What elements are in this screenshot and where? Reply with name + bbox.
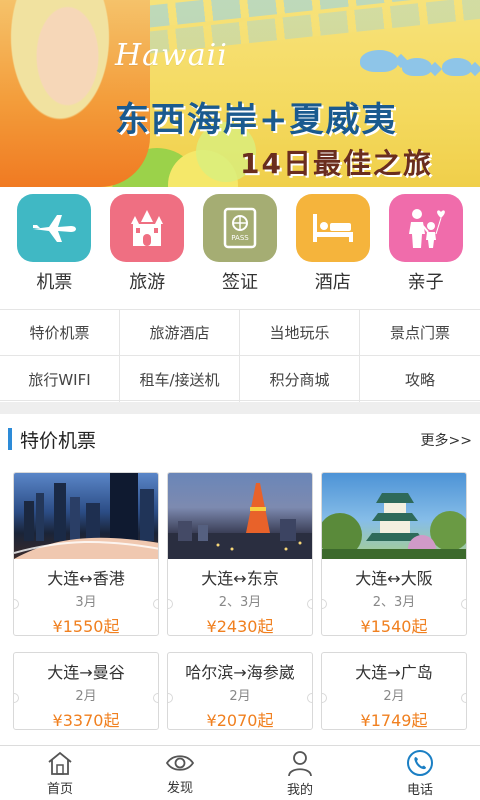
more-link[interactable]: 更多>> [421,430,472,450]
category-icon-row: 机票 旅游 PASS 签证 酒店 亲子 [0,194,480,306]
city-skyline-image [14,473,158,559]
phone-icon [407,749,433,776]
quick-link-guides[interactable]: 攻略 [360,356,480,402]
quick-link-points-mall[interactable]: 积分商城 [240,356,360,402]
flight-month: 2、3月 [322,591,466,610]
category-label: 亲子 [407,272,444,293]
flight-month: 2、3月 [168,591,312,610]
whale-icon [402,58,432,76]
flight-route: 大连↔香港 [47,569,125,588]
flight-route: 大连→曼谷 [47,663,125,682]
osaka-castle-image [322,473,466,559]
flight-card[interactable]: 大连↔大阪 2、3月 ¥1540起 [321,472,467,636]
quick-link-car-rental[interactable]: 租车/接送机 [120,356,240,402]
flight-price: ¥1749起 [360,711,428,730]
nav-label: 发现 [166,780,193,796]
whale-icon [442,58,472,76]
category-label: 酒店 [314,272,351,293]
whale-icon [360,50,398,72]
category-family[interactable]: 亲子 [382,194,470,306]
airplane-icon [17,194,92,262]
flight-card[interactable]: 大连→广岛 2月 ¥1749起 [321,652,467,730]
category-label: 签证 [221,272,258,293]
banner-headline: 东西海岸+夏威夷 [115,100,398,140]
category-flights[interactable]: 机票 [10,194,98,306]
nav-home[interactable]: 首页 [0,746,120,800]
quick-link-special-flights[interactable]: 特价机票 [0,310,120,356]
flight-route: 大连↔大阪 [355,569,433,588]
flight-card[interactable]: 大连↔香港 3月 ¥1550起 [13,472,159,636]
flight-card[interactable]: 大连↔东京 2、3月 ¥2430起 [167,472,313,636]
bed-icon [295,194,370,262]
flight-route: 大连↔东京 [201,569,279,588]
flight-price: ¥2070起 [206,711,274,730]
flight-month: 3月 [14,591,158,610]
flight-price: ¥1550起 [52,617,120,636]
quick-link-attraction-tickets[interactable]: 景点门票 [360,310,480,356]
user-icon [288,750,312,776]
quick-link-grid: 特价机票 旅游酒店 当地玩乐 景点门票 旅行WIFI 租车/接送机 积分商城 攻… [0,309,480,402]
flight-month: 2月 [14,685,158,704]
promo-banner[interactable]: Hawaii 东西海岸+夏威夷 14日最佳之旅 [0,0,480,187]
section-separator [0,402,480,414]
flight-price: ¥1540起 [360,617,428,636]
nav-label: 首页 [46,781,73,797]
banner-subline: 14日最佳之旅 [240,147,433,180]
eye-icon [165,754,195,771]
bottom-navigation: 首页 发现 我的 电话 [0,745,480,800]
svg-text:PASS: PASS [231,234,249,242]
flight-price: ¥2430起 [206,617,274,636]
nav-phone[interactable]: 电话 [360,746,480,800]
section-header: 特价机票 更多>> [0,424,480,456]
category-label: 旅游 [129,272,166,293]
flight-route: 大连→广岛 [355,663,433,682]
section-title: 特价机票 [20,430,97,452]
quick-link-local-fun[interactable]: 当地玩乐 [240,310,360,356]
category-visa[interactable]: PASS 签证 [196,194,284,306]
flight-card[interactable]: 哈尔滨→海参崴 2月 ¥2070起 [167,652,313,730]
quick-link-travel-wifi[interactable]: 旅行WIFI [0,356,120,402]
parent-child-icon [388,194,463,262]
category-label: 机票 [36,272,73,293]
flight-price: ¥3370起 [52,711,120,730]
castle-icon [110,194,185,262]
flight-month: 2月 [168,685,312,704]
nav-mine[interactable]: 我的 [240,746,360,800]
flight-route: 哈尔滨→海参崴 [185,663,295,682]
category-hotels[interactable]: 酒店 [289,194,377,306]
flight-month: 2月 [322,685,466,704]
section-accent-bar [8,428,12,450]
category-tours[interactable]: 旅游 [103,194,191,306]
nav-label: 电话 [406,782,433,798]
quick-link-travel-hotels[interactable]: 旅游酒店 [120,310,240,356]
nav-label: 我的 [286,782,313,798]
passport-icon: PASS [202,194,277,262]
home-icon [48,751,72,775]
flight-card[interactable]: 大连→曼谷 2月 ¥3370起 [13,652,159,730]
banner-script-title: Hawaii [115,38,228,73]
tokyo-tower-image [168,473,312,559]
nav-discover[interactable]: 发现 [120,746,240,800]
